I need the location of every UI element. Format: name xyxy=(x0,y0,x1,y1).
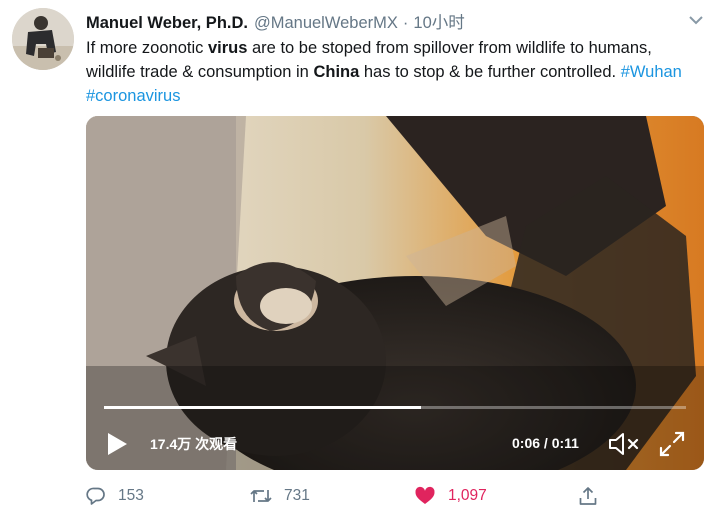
like-button[interactable]: 1,097 xyxy=(414,484,487,508)
play-icon[interactable] xyxy=(106,432,128,456)
tweet-header: Manuel Weber, Ph.D. @ManuelWeberMX · 10小… xyxy=(86,9,465,33)
tweet-actions: 153 731 1,097 xyxy=(86,484,686,508)
tweet-text-segment: If more zoonotic xyxy=(86,39,208,57)
reply-count: 153 xyxy=(118,487,144,504)
fullscreen-icon[interactable] xyxy=(658,430,686,458)
video-progress-fill xyxy=(104,406,422,409)
share-button[interactable] xyxy=(578,484,610,508)
tweet-timestamp[interactable]: 10小时 xyxy=(413,9,464,33)
video-player[interactable]: 17.4万 次观看 0:06 / 0:11 xyxy=(86,116,704,470)
chevron-down-icon[interactable] xyxy=(688,12,704,28)
hashtag-wuhan[interactable]: #Wuhan xyxy=(621,63,682,81)
tweet-text-segment: has to stop & be further controlled. xyxy=(359,63,621,81)
video-view-count: 17.4万 次观看 xyxy=(150,436,238,452)
author-handle[interactable]: @ManuelWeberMX xyxy=(254,14,398,33)
author-name[interactable]: Manuel Weber, Ph.D. xyxy=(86,14,248,33)
hashtag-coronavirus[interactable]: #coronavirus xyxy=(86,87,180,105)
retweet-count: 731 xyxy=(284,487,310,504)
avatar[interactable] xyxy=(12,8,74,70)
like-count: 1,097 xyxy=(448,487,487,504)
retweet-button[interactable]: 731 xyxy=(250,484,310,508)
video-timecode: 0:06 / 0:11 xyxy=(512,435,579,451)
header-separator: · xyxy=(402,14,409,32)
share-icon xyxy=(579,487,597,505)
video-progress-bar[interactable] xyxy=(104,406,686,409)
tweet-text: If more zoonotic virus are to be stoped … xyxy=(86,36,686,108)
tweet-text-highlight: China xyxy=(313,63,360,81)
reply-button[interactable]: 153 xyxy=(86,484,144,508)
tweet: Manuel Weber, Ph.D. @ManuelWeberMX · 10小… xyxy=(0,0,720,515)
retweet-icon xyxy=(250,490,272,502)
heart-icon xyxy=(415,486,435,504)
video-frame xyxy=(86,116,704,470)
tweet-text-highlight: virus xyxy=(207,39,248,57)
volume-muted-icon[interactable] xyxy=(608,431,642,457)
reply-icon xyxy=(86,487,105,505)
